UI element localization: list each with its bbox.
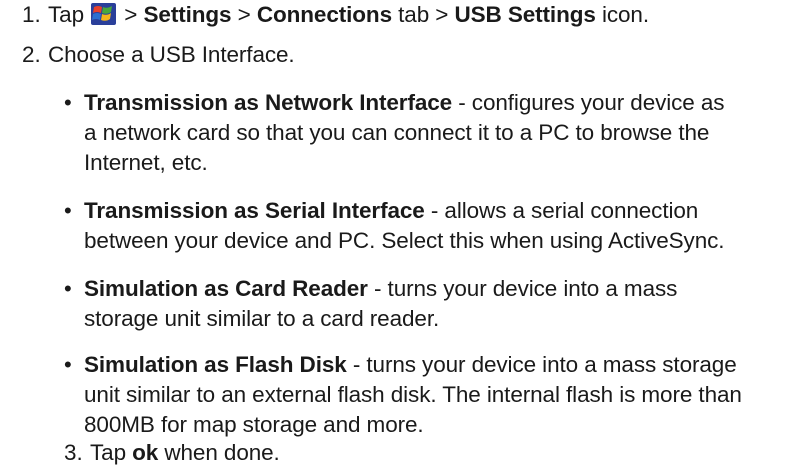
bullet-glyph: • xyxy=(64,90,72,115)
bullet-2-desc-1: - allows a serial connection xyxy=(430,198,699,223)
step-2-number: 2. xyxy=(22,42,41,67)
bullet-1-desc-1: - configures your device as xyxy=(458,90,725,115)
bullet-glyph: • xyxy=(64,352,72,377)
step-2-text: Choose a USB Interface. xyxy=(48,42,295,67)
step-1-tap: Tap xyxy=(48,2,84,27)
step-1-sep2: > xyxy=(237,2,251,27)
step-3-text: Tap ok when done. xyxy=(90,438,280,468)
step-1-settings: Settings xyxy=(143,2,232,27)
step-3-number: 3. xyxy=(64,440,83,465)
step-1-sep1: > xyxy=(124,2,138,27)
bullet-4-line-3: 800MB for map storage and more. xyxy=(84,412,424,437)
bullet-3-line-2: storage unit similar to a card reader. xyxy=(84,306,440,331)
bullet-4-line-2: unit similar to an external flash disk. … xyxy=(84,382,742,407)
bullet-1-title: Transmission as Network Interface xyxy=(84,90,453,115)
bullet-3-title: Simulation as Card Reader xyxy=(84,276,368,301)
bullet-2-title: Transmission as Serial Interface xyxy=(84,198,425,223)
step-3-rest: when done. xyxy=(164,440,280,465)
step-1-icon-word: icon. xyxy=(601,2,649,27)
bullet-1-line-1: Transmission as Network Interface - conf… xyxy=(84,88,725,118)
bullet-4-desc-1: - turns your device into a mass storage xyxy=(352,352,737,377)
bullet-4-title: Simulation as Flash Disk xyxy=(84,352,347,377)
step-1-number: 1. xyxy=(22,2,41,27)
bullet-3-desc-1: - turns your device into a mass xyxy=(374,276,678,301)
step-3-ok: ok xyxy=(132,440,159,465)
bullet-3-line-1: Simulation as Card Reader - turns your d… xyxy=(84,274,677,304)
bullet-2-line-1: Transmission as Serial Interface - allow… xyxy=(84,196,698,226)
step-1-text: Tap > Settings > Connections tab > USB S… xyxy=(48,0,649,30)
bullet-glyph: • xyxy=(64,276,72,301)
bullet-4-line-1: Simulation as Flash Disk - turns your de… xyxy=(84,350,737,380)
bullet-1-line-3: Internet, etc. xyxy=(84,150,208,175)
step-3-tap: Tap xyxy=(90,440,126,465)
bullet-2-line-2: between your device and PC. Select this … xyxy=(84,228,725,253)
bullet-1-line-2: a network card so that you can connect i… xyxy=(84,120,710,145)
windows-start-icon xyxy=(91,3,117,25)
step-1-tab-sep: tab > xyxy=(398,2,449,27)
step-1-connections: Connections xyxy=(256,2,392,27)
bullet-glyph: • xyxy=(64,198,72,223)
document-page: 1. Tap > Settings > Connections tab > US… xyxy=(0,0,795,467)
step-1-usb-settings: USB Settings xyxy=(454,2,596,27)
